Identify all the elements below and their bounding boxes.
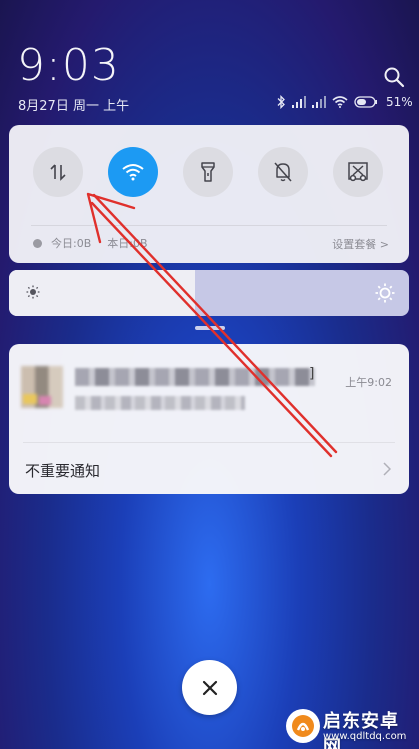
data-usage-partial: 本日:0B — [107, 237, 148, 250]
scissors-icon — [348, 162, 368, 182]
screenshot-toggle[interactable] — [333, 147, 383, 197]
watermark: 启东安卓网 www.qdltdq.com — [286, 707, 416, 749]
brightness-low-icon — [26, 285, 40, 299]
flashlight-icon — [201, 162, 215, 182]
clock: 9:03 — [17, 40, 120, 91]
clear-all-button[interactable] — [182, 660, 237, 715]
bell-off-icon — [274, 162, 292, 182]
wifi-toggle[interactable] — [108, 147, 158, 197]
quick-settings-toggles — [9, 147, 409, 205]
wifi-icon — [332, 96, 348, 108]
chevron-right-icon[interactable] — [383, 462, 391, 476]
data-transfer-icon — [50, 164, 66, 181]
watermark-url: www.qdltdq.com — [323, 731, 407, 742]
wifi-icon — [122, 164, 144, 181]
data-usage[interactable]: 今日:0B 本日:0B — [33, 235, 148, 251]
bluetooth-icon — [277, 95, 285, 109]
data-usage-dot — [33, 238, 42, 248]
status-bar-icons: 51% — [276, 94, 413, 110]
watermark-brand: 启东安卓网 — [323, 711, 399, 749]
mobile-data-toggle[interactable] — [33, 147, 83, 197]
notification-title-blurred — [75, 368, 315, 386]
notification-time: 上午9:02 — [345, 376, 392, 389]
close-icon — [202, 680, 217, 695]
unimportant-notifications-label[interactable]: 不重要通知 — [25, 460, 100, 481]
quick-settings-panel: 今日:0B 本日:0B 设置套餐 > — [9, 125, 409, 263]
flashlight-toggle[interactable] — [183, 147, 233, 197]
brightness-slider[interactable] — [9, 270, 409, 316]
notification-title-end: ] — [309, 366, 315, 382]
notification-card[interactable]: ] 上午9:02 不重要通知 — [9, 344, 409, 494]
date-label: 8月27日 周一 上午 — [18, 99, 130, 114]
battery-percentage: 51% — [386, 95, 413, 109]
mute-toggle[interactable] — [258, 147, 308, 197]
drag-handle[interactable] — [195, 326, 225, 330]
watermark-logo-icon — [286, 709, 320, 743]
plan-settings-link[interactable]: 设置套餐 > — [332, 236, 389, 252]
brightness-high-icon — [375, 283, 395, 303]
signal-icon — [312, 96, 326, 108]
signal-icon — [292, 96, 306, 108]
notification-divider — [23, 442, 395, 443]
quick-settings-divider — [31, 225, 387, 226]
notification-body-blurred — [75, 396, 245, 410]
search-icon[interactable] — [383, 66, 405, 88]
app-icon-blurred — [21, 366, 63, 408]
data-usage-today: 今日:0B — [51, 237, 92, 250]
battery-icon — [354, 96, 377, 108]
